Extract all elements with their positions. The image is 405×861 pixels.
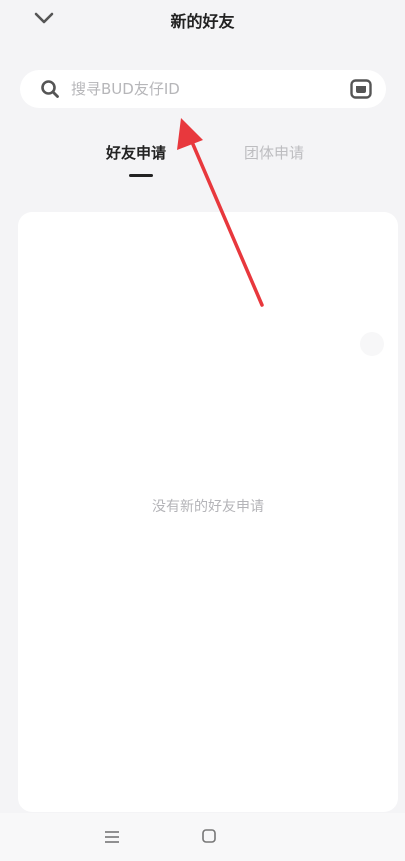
tab-friend-requests[interactable]: 好友申请	[106, 142, 166, 163]
search-icon	[39, 78, 61, 100]
active-tab-indicator	[129, 174, 153, 177]
page-title: 新的好友	[170, 12, 235, 31]
new-friends-screen: 新的好友 好友申请 团体申请 没有新的好友申请	[0, 0, 405, 861]
system-nav-bar	[0, 813, 405, 861]
empty-state-message: 没有新的好友申请	[152, 499, 264, 515]
menu-icon[interactable]	[102, 829, 122, 845]
side-handle	[360, 332, 384, 356]
tab-group-requests[interactable]: 团体申请	[244, 142, 304, 163]
header: 新的好友	[0, 0, 405, 44]
search-input[interactable]	[71, 74, 331, 104]
scan-icon[interactable]	[350, 79, 372, 99]
search-bar[interactable]	[20, 70, 386, 108]
home-icon[interactable]	[200, 827, 218, 845]
tab-bar: 好友申请 团体申请	[0, 138, 405, 182]
requests-panel: 没有新的好友申请	[18, 212, 398, 812]
